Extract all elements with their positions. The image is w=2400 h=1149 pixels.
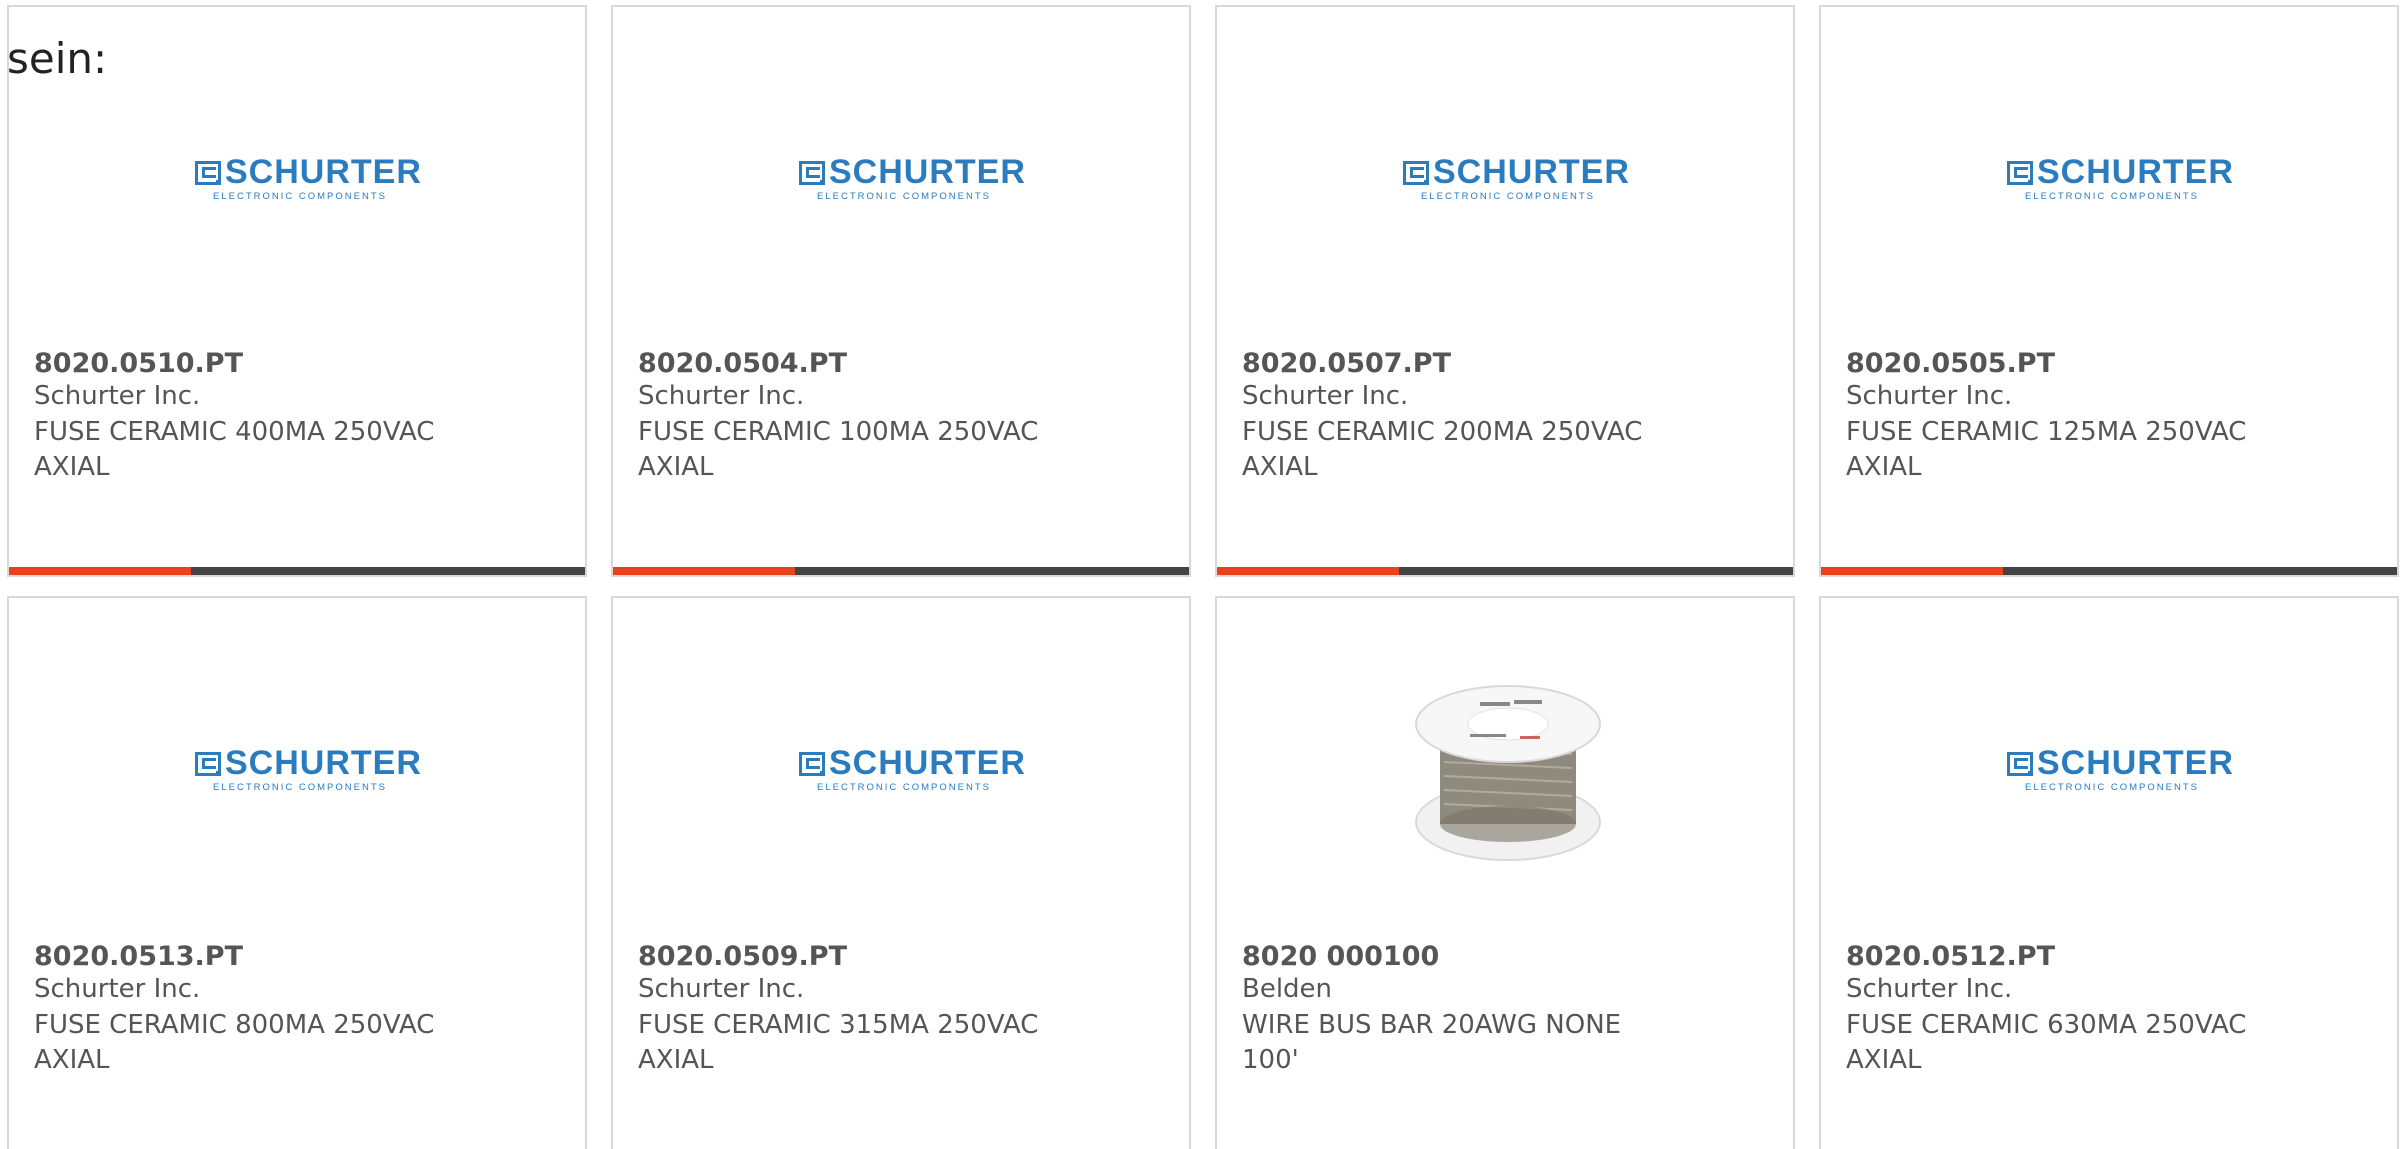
product-grid: sein: SCHURTER ELECTRONIC COMPONENTS 802… [0, 0, 2400, 1149]
schurter-logo: SCHURTER ELECTRONIC COMPONENTS [799, 153, 1025, 215]
description-line: 100' [1242, 1045, 1299, 1075]
schurter-logo-mark [195, 161, 221, 185]
logo-name: SCHURTER [2037, 153, 2234, 191]
description-line: AXIAL [34, 1045, 110, 1075]
logo-subtitle: ELECTRONIC COMPONENTS [213, 782, 387, 793]
schurter-logo-mark [799, 752, 825, 776]
card-accent-bar [9, 567, 585, 575]
product-card[interactable]: SCHURTER ELECTRONIC COMPONENTS 8020.0505… [1819, 5, 2399, 577]
logo-name: SCHURTER [1433, 153, 1630, 191]
description-line: FUSE CERAMIC 100MA 250VAC [638, 417, 1039, 447]
intro-text: sein: [7, 34, 108, 83]
product-card[interactable]: SCHURTER ELECTRONIC COMPONENTS 8020.0513… [7, 596, 587, 1149]
description-line: AXIAL [638, 452, 714, 482]
logo-subtitle: ELECTRONIC COMPONENTS [213, 191, 387, 202]
part-number[interactable]: 8020.0509.PT [638, 941, 847, 972]
card-accent-bar [1217, 567, 1793, 575]
description: WIRE BUS BAR 20AWG NONE 100' [1242, 1008, 1662, 1078]
card-accent-bar [613, 567, 1189, 575]
logo-subtitle: ELECTRONIC COMPONENTS [2025, 191, 2199, 202]
schurter-logo-mark [195, 752, 221, 776]
logo-name: SCHURTER [225, 744, 422, 782]
product-card[interactable]: SCHURTER ELECTRONIC COMPONENTS 8020.0510… [7, 5, 587, 577]
description-line: FUSE CERAMIC 630MA 250VAC [1846, 1010, 2247, 1040]
schurter-logo: SCHURTER ELECTRONIC COMPONENTS [799, 744, 1025, 806]
manufacturer: Schurter Inc. [1846, 381, 2013, 411]
schurter-logo: SCHURTER ELECTRONIC COMPONENTS [2007, 744, 2233, 806]
card-accent-fill [9, 567, 191, 575]
manufacturer: Belden [1242, 974, 1333, 1004]
logo-subtitle: ELECTRONIC COMPONENTS [2025, 782, 2199, 793]
card-accent-bar [1821, 567, 2397, 575]
schurter-logo: SCHURTER ELECTRONIC COMPONENTS [195, 744, 421, 806]
card-accent-fill [1821, 567, 2003, 575]
manufacturer: Schurter Inc. [638, 381, 805, 411]
manufacturer: Schurter Inc. [34, 974, 201, 1004]
schurter-logo-mark [799, 161, 825, 185]
product-card[interactable]: SCHURTER ELECTRONIC COMPONENTS 8020.0512… [1819, 596, 2399, 1149]
product-card[interactable]: SCHURTER ELECTRONIC COMPONENTS 8020.0509… [611, 596, 1191, 1149]
logo-name: SCHURTER [2037, 744, 2234, 782]
logo-subtitle: ELECTRONIC COMPONENTS [817, 191, 991, 202]
product-card[interactable]: SCHURTER ELECTRONIC COMPONENTS 8020.0504… [611, 5, 1191, 577]
card-accent-fill [1217, 567, 1399, 575]
description: FUSE CERAMIC 100MA 250VAC AXIAL [638, 415, 1058, 485]
description-line: FUSE CERAMIC 125MA 250VAC [1846, 417, 2247, 447]
schurter-logo: SCHURTER ELECTRONIC COMPONENTS [1403, 153, 1629, 215]
part-number[interactable]: 8020.0512.PT [1846, 941, 2055, 972]
description-line: WIRE BUS BAR 20AWG NONE [1242, 1010, 1622, 1040]
part-number[interactable]: 8020.0513.PT [34, 941, 243, 972]
logo-name: SCHURTER [829, 153, 1026, 191]
description-line: AXIAL [1846, 452, 1922, 482]
schurter-logo-mark [1403, 161, 1429, 185]
card-accent-fill [613, 567, 795, 575]
wire-spool-image [1415, 685, 1601, 861]
part-number[interactable]: 8020.0505.PT [1846, 348, 2055, 379]
description-line: AXIAL [34, 452, 110, 482]
description: FUSE CERAMIC 400MA 250VAC AXIAL [34, 415, 454, 485]
description: FUSE CERAMIC 800MA 250VAC AXIAL [34, 1008, 454, 1078]
description-line: FUSE CERAMIC 800MA 250VAC [34, 1010, 435, 1040]
logo-name: SCHURTER [829, 744, 1026, 782]
description-line: AXIAL [1846, 1045, 1922, 1075]
part-number[interactable]: 8020.0507.PT [1242, 348, 1451, 379]
logo-subtitle: ELECTRONIC COMPONENTS [1421, 191, 1595, 202]
description: FUSE CERAMIC 125MA 250VAC AXIAL [1846, 415, 2266, 485]
schurter-logo: SCHURTER ELECTRONIC COMPONENTS [2007, 153, 2233, 215]
schurter-logo: SCHURTER ELECTRONIC COMPONENTS [195, 153, 421, 215]
logo-subtitle: ELECTRONIC COMPONENTS [817, 782, 991, 793]
description: FUSE CERAMIC 315MA 250VAC AXIAL [638, 1008, 1058, 1078]
manufacturer: Schurter Inc. [34, 381, 201, 411]
description-line: FUSE CERAMIC 400MA 250VAC [34, 417, 435, 447]
part-number[interactable]: 8020.0510.PT [34, 348, 243, 379]
manufacturer: Schurter Inc. [638, 974, 805, 1004]
manufacturer: Schurter Inc. [1242, 381, 1409, 411]
product-card[interactable]: SCHURTER ELECTRONIC COMPONENTS 8020.0507… [1215, 5, 1795, 577]
part-number[interactable]: 8020.0504.PT [638, 348, 847, 379]
description: FUSE CERAMIC 200MA 250VAC AXIAL [1242, 415, 1662, 485]
description-line: AXIAL [638, 1045, 714, 1075]
description-line: FUSE CERAMIC 315MA 250VAC [638, 1010, 1039, 1040]
manufacturer: Schurter Inc. [1846, 974, 2013, 1004]
schurter-logo-mark [2007, 752, 2033, 776]
part-number[interactable]: 8020 000100 [1242, 941, 1439, 972]
product-card[interactable]: 8020 000100 Belden WIRE BUS BAR 20AWG NO… [1215, 596, 1795, 1149]
logo-name: SCHURTER [225, 153, 422, 191]
schurter-logo-mark [2007, 161, 2033, 185]
description-line: FUSE CERAMIC 200MA 250VAC [1242, 417, 1643, 447]
description: FUSE CERAMIC 630MA 250VAC AXIAL [1846, 1008, 2266, 1078]
description-line: AXIAL [1242, 452, 1318, 482]
